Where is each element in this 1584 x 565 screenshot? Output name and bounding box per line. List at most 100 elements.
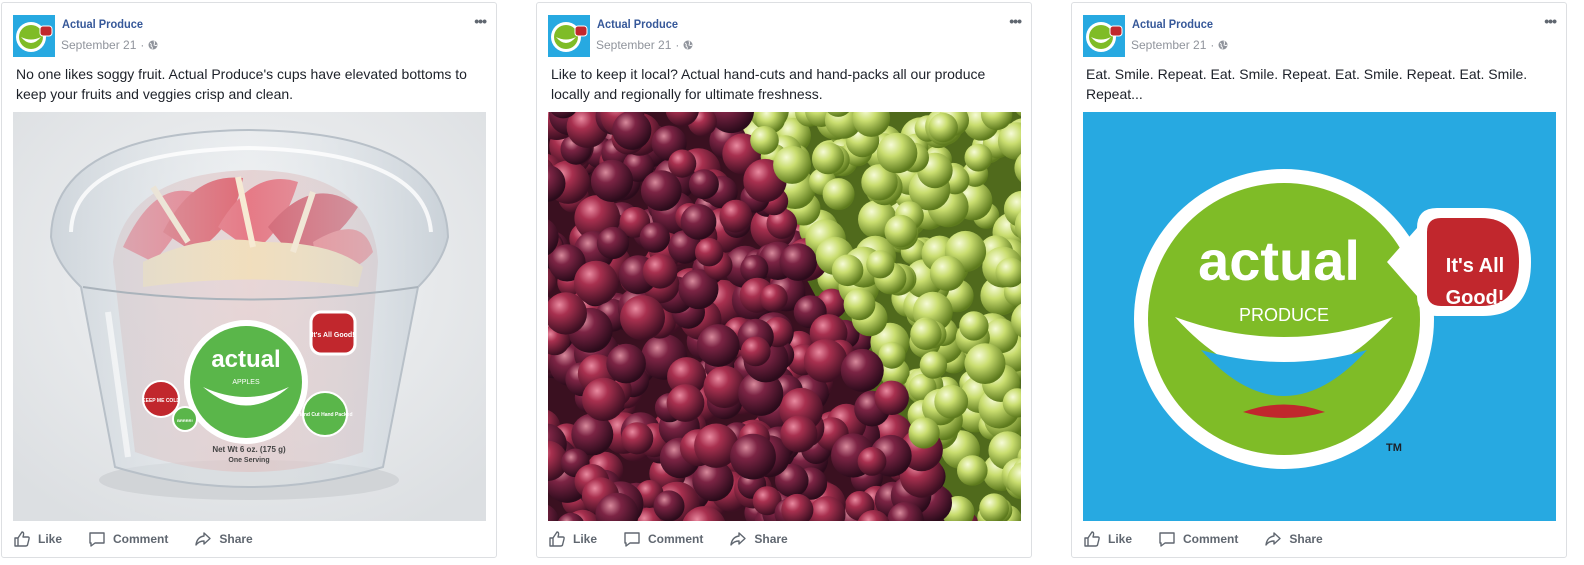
green-grape [928, 112, 958, 143]
red-grape [680, 204, 717, 240]
like-button[interactable]: Like [1083, 530, 1132, 548]
red-grape [695, 238, 724, 267]
red-grape [857, 447, 887, 476]
share-icon [195, 532, 212, 546]
comment-label: Comment [1183, 532, 1239, 546]
image-bubble-line-1: It's All [1446, 255, 1504, 277]
green-grape [934, 384, 969, 419]
like-label: Like [38, 532, 63, 546]
red-grape [780, 415, 818, 453]
like-icon [549, 531, 565, 547]
post-meta: September 21 · [61, 38, 158, 52]
green-grape [843, 288, 876, 321]
post-card: Actual Produce September 21 · ••• Eat. S… [1071, 2, 1567, 558]
post-meta: September 21 · [596, 38, 693, 52]
post-image-grapes[interactable] [548, 112, 1021, 521]
red-grape [840, 348, 884, 392]
more-options-icon[interactable]: ••• [474, 13, 487, 29]
comment-button[interactable]: Comment [623, 530, 703, 548]
page-avatar[interactable] [1083, 15, 1125, 57]
comment-button[interactable]: Comment [1158, 530, 1238, 548]
red-grape [621, 422, 654, 455]
logo-sub: APPLES [232, 379, 260, 386]
green-grape [773, 145, 812, 184]
red-grape [642, 254, 678, 289]
comment-icon [1159, 532, 1175, 547]
green-grape [831, 254, 864, 287]
post-meta: September 21 · [1131, 38, 1228, 52]
like-button[interactable]: Like [548, 530, 597, 548]
image-side-badge: KEEP ME COLD [142, 398, 180, 404]
post-card: Actual Produce September 21 · ••• Like t… [536, 2, 1032, 558]
page-name-link[interactable]: Actual Produce [1132, 17, 1213, 31]
green-grape [876, 132, 918, 174]
share-button[interactable]: Share [1264, 530, 1323, 548]
post-image-apple-cup[interactable]: actual APPLES It's All Good! KEEP ME COL… [13, 112, 486, 521]
post-date[interactable]: September 21 [596, 38, 671, 52]
globe-icon [1218, 40, 1228, 50]
red-grape [666, 384, 705, 422]
post-actions: Like Comment Share [1083, 528, 1349, 550]
image-bubble-line-2: Good! [1446, 287, 1505, 309]
like-button[interactable]: Like [13, 530, 62, 548]
red-grape [653, 490, 685, 521]
meta-separator: · [1210, 38, 1215, 52]
share-icon [730, 532, 747, 546]
logo-sub: PRODUCE [1239, 305, 1329, 325]
green-grape [959, 311, 989, 341]
red-grape [639, 222, 670, 253]
green-grape [884, 214, 918, 248]
post-text: Eat. Smile. Repeat. Eat. Smile. Repeat. … [1086, 66, 1528, 102]
red-grape [696, 324, 740, 367]
green-grape [929, 255, 966, 291]
more-options-icon[interactable]: ••• [1544, 13, 1557, 29]
green-grape [812, 142, 845, 175]
share-button[interactable]: Share [194, 530, 253, 548]
like-icon [14, 531, 30, 547]
like-label: Like [573, 532, 598, 546]
green-grape [957, 455, 988, 486]
page-name-link[interactable]: Actual Produce [62, 17, 143, 31]
post-date[interactable]: September 21 [61, 38, 136, 52]
post-image-logo[interactable]: actual PRODUCE It's All Good! TM [1083, 112, 1556, 521]
trademark-mark: TM [1386, 442, 1402, 454]
green-grape [964, 143, 993, 172]
green-grape [964, 343, 1006, 384]
share-icon [1265, 532, 1282, 546]
red-grape [620, 295, 665, 341]
red-grape [606, 343, 646, 384]
page-name-link[interactable]: Actual Produce [597, 17, 678, 31]
comment-label: Comment [648, 532, 704, 546]
red-grape [874, 380, 909, 415]
share-label: Share [1289, 532, 1323, 546]
share-button[interactable]: Share [729, 530, 788, 548]
red-grape [640, 170, 682, 211]
like-icon [1084, 531, 1100, 547]
page-avatar[interactable] [548, 15, 590, 57]
share-label: Share [754, 532, 788, 546]
comment-icon [624, 532, 640, 547]
post-date[interactable]: September 21 [1131, 38, 1206, 52]
page-avatar[interactable] [13, 15, 55, 57]
share-label: Share [219, 532, 253, 546]
more-options-icon[interactable]: ••• [1009, 13, 1022, 29]
red-grape [759, 284, 788, 312]
comment-icon [89, 532, 105, 547]
red-grape [803, 339, 848, 383]
red-grape [740, 336, 771, 367]
post-actions: Like Comment Share [13, 528, 279, 550]
red-grape [590, 159, 634, 202]
image-serving: One Serving [228, 457, 269, 464]
comment-button[interactable]: Comment [88, 530, 168, 548]
comment-label: Comment [113, 532, 169, 546]
post-text: Like to keep it local? Actual hand-cuts … [551, 66, 986, 102]
post-card: Actual Produce September 21 · ••• No one… [1, 2, 497, 558]
green-grape [866, 250, 895, 279]
red-grape [596, 226, 629, 260]
red-grape [779, 243, 817, 281]
post-text: No one likes soggy fruit. Actual Produce… [16, 66, 467, 102]
globe-icon [683, 40, 693, 50]
image-bubble: It's All Good! [311, 332, 354, 339]
like-label: Like [1108, 532, 1133, 546]
green-grape [910, 318, 942, 350]
